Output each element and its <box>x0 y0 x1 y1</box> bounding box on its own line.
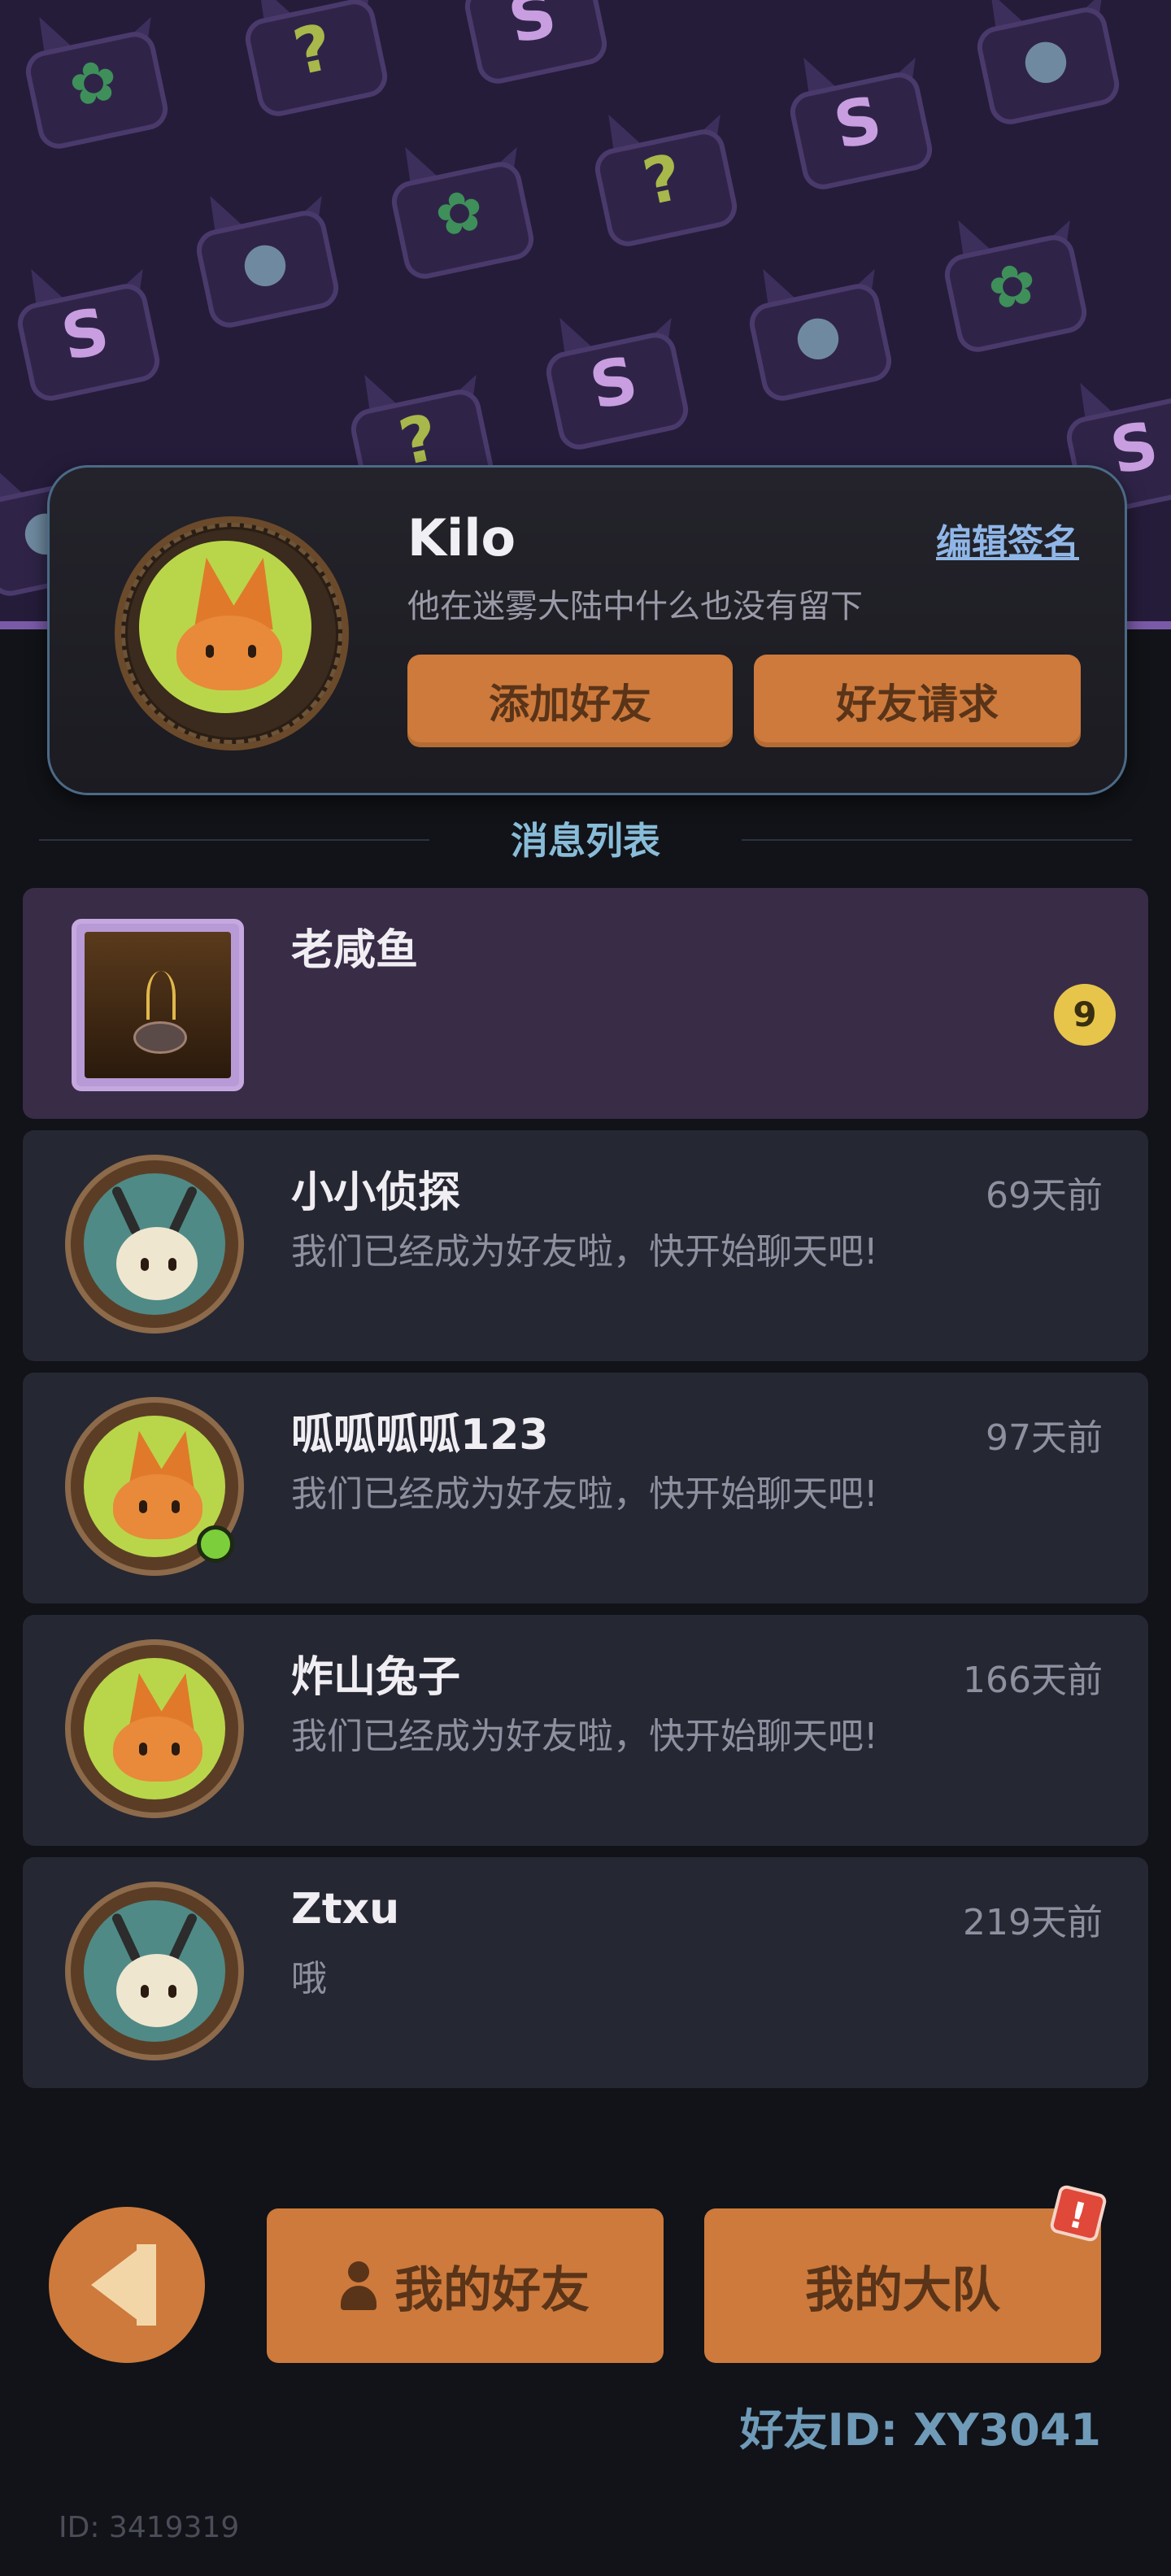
user-id-label: ID: 3419319 <box>59 2511 240 2544</box>
avatar <box>65 1155 244 1334</box>
pattern-s-icon: S <box>455 0 611 88</box>
message-sender: 小小侦探 <box>291 1168 461 1217</box>
pattern-s-icon: S <box>781 49 936 194</box>
message-item[interactable]: Ztxu 219天前 哦 <box>23 1857 1148 2088</box>
pattern-s-icon: S <box>537 309 692 454</box>
profile-avatar[interactable] <box>115 516 349 751</box>
pattern-leaf-icon: ✿ <box>16 8 172 153</box>
message-sender: Ztxu <box>291 1885 400 1934</box>
friend-id-label: 好友ID: XY3041 <box>739 2404 1101 2456</box>
deer-avatar-icon <box>84 1900 225 2042</box>
message-list: 老咸鱼 9 小小侦探 69天前 我们已经成为好友啦，快开始聊天吧! 呱呱呱呱12… <box>23 888 1148 2100</box>
message-preview: 哦 <box>291 1958 327 1999</box>
message-item[interactable]: 小小侦探 69天前 我们已经成为好友啦，快开始聊天吧! <box>23 1130 1148 1361</box>
section-title: 消息列表 <box>511 819 660 863</box>
pattern-leaf-icon: ✿ <box>382 138 538 283</box>
my-friends-label: 我的好友 <box>394 2261 590 2319</box>
pattern-leaf-icon: ✿ <box>935 211 1090 356</box>
pattern-s-icon: S <box>8 260 163 405</box>
avatar <box>65 1882 244 2060</box>
chest-avatar-icon <box>72 919 244 1091</box>
message-preview: 我们已经成为好友啦，快开始聊天吧! <box>291 1716 878 1757</box>
pattern-eye-icon: ● <box>740 260 895 405</box>
my-friends-button[interactable]: 我的好友 <box>267 2208 664 2363</box>
back-button[interactable] <box>49 2207 205 2363</box>
message-sender: 呱呱呱呱123 <box>291 1411 549 1460</box>
message-item[interactable]: 老咸鱼 9 <box>23 888 1148 1119</box>
pattern-eye-icon: ● <box>968 0 1123 128</box>
profile-card: Kilo 编辑签名 他在迷雾大陆中什么也没有留下 添加好友 好友请求 <box>47 465 1127 795</box>
message-item[interactable]: 炸山兔子 166天前 我们已经成为好友啦，快开始聊天吧! <box>23 1615 1148 1846</box>
add-friend-button[interactable]: 添加好友 <box>407 655 733 747</box>
message-preview: 我们已经成为好友啦，快开始聊天吧! <box>291 1231 878 1273</box>
message-time: 69天前 <box>986 1175 1103 1216</box>
divider <box>742 839 1132 841</box>
my-team-label: 我的大队 <box>805 2261 1000 2319</box>
message-preview: 我们已经成为好友啦，快开始聊天吧! <box>291 1473 878 1515</box>
my-team-button[interactable]: 我的大队 <box>704 2208 1101 2363</box>
online-status-icon <box>197 1525 234 1563</box>
person-icon <box>341 2261 377 2310</box>
message-list-header: 消息列表 <box>0 808 1171 873</box>
edit-signature-link[interactable]: 编辑签名 <box>936 513 1079 565</box>
message-time: 166天前 <box>963 1660 1103 1701</box>
profile-signature: 他在迷雾大陆中什么也没有留下 <box>407 588 863 625</box>
fox-avatar-icon <box>84 1658 225 1799</box>
pattern-eye-icon: ● <box>187 187 342 332</box>
friend-requests-button[interactable]: 好友请求 <box>754 655 1081 747</box>
back-arrow-icon-bar <box>137 2244 156 2326</box>
message-time: 97天前 <box>986 1417 1103 1459</box>
unread-count-badge: 9 <box>1054 984 1116 1046</box>
avatar <box>65 1639 244 1818</box>
pattern-question-icon: ? <box>236 0 391 120</box>
message-time: 219天前 <box>963 1902 1103 1943</box>
pattern-question-icon: ? <box>586 106 741 250</box>
profile-name: Kilo <box>407 508 516 568</box>
message-sender: 老咸鱼 <box>291 926 419 975</box>
message-item[interactable]: 呱呱呱呱123 97天前 我们已经成为好友啦，快开始聊天吧! <box>23 1373 1148 1603</box>
deer-avatar-icon <box>84 1173 225 1315</box>
message-sender: 炸山兔子 <box>291 1653 461 1702</box>
